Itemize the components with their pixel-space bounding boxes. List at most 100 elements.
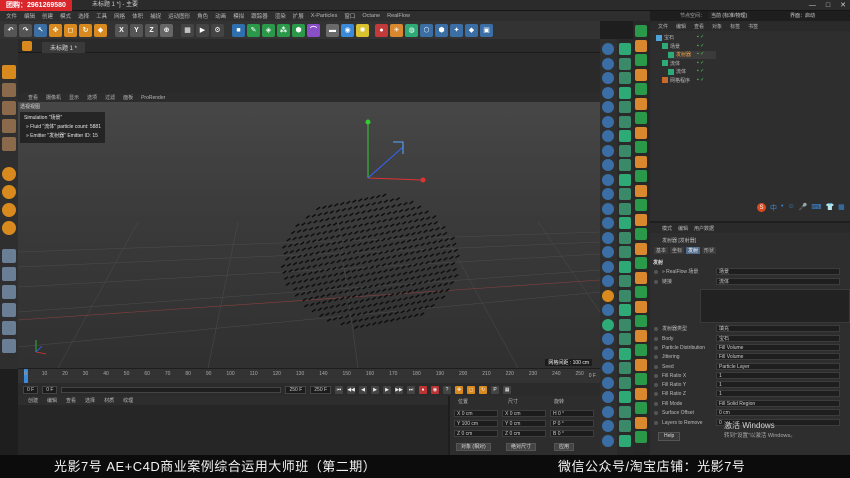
rot-p-field[interactable]: P 0 ° (550, 420, 594, 427)
object-row[interactable]: 流体 (662, 60, 716, 68)
object-tool-icon[interactable] (602, 144, 614, 157)
cube-icon[interactable]: ■ (232, 23, 245, 37)
menu-item-10[interactable]: 角色 (197, 12, 208, 20)
effector-tool-icon[interactable] (635, 416, 647, 429)
generator-tool-icon[interactable] (619, 72, 631, 84)
animate-dot-icon[interactable] (654, 383, 658, 387)
menu-item-16[interactable]: X-Particles (311, 13, 338, 19)
attribute-value[interactable]: 1 (716, 372, 840, 379)
generator-tool-icon[interactable] (619, 57, 631, 70)
coord-system-icon[interactable]: ⊕ (160, 23, 173, 37)
pos-z-field[interactable]: Z 0 cm (454, 430, 498, 437)
scale-icon[interactable]: ◻ (64, 23, 77, 37)
attribute-value[interactable]: 1 (716, 390, 840, 397)
paint-icon[interactable] (2, 339, 16, 353)
effector-tool-icon[interactable] (635, 271, 647, 284)
current-frame-field[interactable]: 0 F (23, 385, 39, 394)
generator-tool-icon[interactable] (619, 347, 631, 360)
start-frame-field[interactable]: 0 F (42, 385, 58, 394)
attribute-menu-item-2[interactable]: 用户数据 (694, 225, 714, 232)
menu-item-9[interactable]: 运动图形 (168, 12, 190, 20)
subdivision-icon[interactable]: ◈ (262, 23, 275, 37)
ime-punct-icon[interactable]: • (781, 203, 783, 213)
material-menu-item-3[interactable]: 选择 (85, 397, 95, 404)
object-tool-icon[interactable] (602, 115, 614, 128)
object-tool-icon[interactable] (602, 289, 614, 302)
effector-tool-icon[interactable] (635, 286, 647, 298)
minimize-button[interactable]: — (809, 0, 816, 11)
prev-frame-icon[interactable]: ◀ (359, 385, 368, 394)
generator-tool-icon[interactable] (619, 420, 631, 432)
snap-settings-icon[interactable] (2, 185, 16, 199)
deformer-icon[interactable]: ⌒ (307, 23, 320, 37)
x-axis-icon[interactable]: X (115, 23, 128, 37)
visibility-check-icon[interactable]: ▪ ✓ (697, 68, 704, 74)
viewport-menu-item-5[interactable]: 面板 (123, 94, 133, 101)
max-frame-field[interactable]: 250 F (310, 385, 332, 394)
object-tool-icon[interactable] (602, 376, 614, 389)
material-menu-item-0[interactable]: 创建 (28, 397, 38, 404)
visibility-check-icon[interactable]: ▪ ✓ (697, 51, 704, 57)
object-tool-icon[interactable] (602, 159, 614, 171)
generator-tool-icon[interactable] (619, 333, 631, 345)
floor-icon[interactable]: ▬ (326, 23, 339, 37)
effector-tool-icon[interactable] (635, 155, 647, 168)
go-start-icon[interactable]: ⏮ (335, 385, 344, 394)
object-row[interactable]: 流体 (668, 68, 716, 76)
animate-dot-icon[interactable] (654, 402, 658, 406)
object-row[interactable]: 场景 (662, 43, 716, 51)
generator-tool-icon[interactable] (619, 289, 631, 302)
animate-dot-icon[interactable] (654, 346, 658, 350)
object-row[interactable]: 发射器 (668, 51, 716, 59)
ime-lang-icon[interactable]: 中 (770, 203, 777, 213)
viewport-menu-item-1[interactable]: 摄像机 (46, 94, 61, 101)
effector-tool-icon[interactable] (635, 257, 647, 269)
object-tool-icon[interactable] (602, 101, 614, 113)
menu-item-14[interactable]: 渲染 (275, 12, 286, 20)
array-icon[interactable]: ⁂ (277, 23, 290, 37)
object-tool-icon[interactable] (602, 333, 614, 345)
effector-tool-icon[interactable] (635, 373, 647, 385)
node-space-select[interactable]: 当前 (标准/物理) (708, 12, 751, 19)
object-tool-icon[interactable] (602, 43, 614, 55)
generator-tool-icon[interactable] (619, 43, 631, 55)
gizmo-x-axis[interactable] (367, 177, 424, 181)
animate-dot-icon[interactable] (654, 421, 658, 425)
maximize-button[interactable]: □ (826, 0, 830, 11)
light-icon[interactable]: ✺ (356, 23, 369, 37)
attribute-value[interactable]: 填充 (716, 325, 840, 332)
ime-toolbox-icon[interactable]: ▦ (838, 203, 845, 213)
spline-pen-icon[interactable]: ✎ (247, 23, 260, 37)
animate-dot-icon[interactable] (654, 337, 658, 341)
attribute-value[interactable]: Fill Volume (716, 344, 840, 351)
attribute-value[interactable]: 场景 (716, 268, 840, 275)
document-tab[interactable]: 未标题 1 * (42, 42, 86, 53)
object-tool-icon[interactable] (602, 260, 614, 273)
size-y-field[interactable]: Y 0 cm (502, 420, 546, 427)
object-row[interactable]: 宝石 (656, 34, 716, 42)
visibility-check-icon[interactable]: ▪ ✓ (697, 60, 704, 66)
effector-tool-icon[interactable] (635, 242, 647, 255)
attribute-menu-item-0[interactable]: 模式 (662, 225, 672, 232)
menu-item-18[interactable]: Octane (362, 13, 380, 19)
layout-select[interactable]: 界面：启动 (790, 12, 815, 19)
generator-tool-icon[interactable] (619, 275, 631, 287)
brush-icon[interactable] (2, 321, 16, 335)
camera-icon[interactable]: ◉ (341, 23, 354, 37)
object-tool-icon[interactable] (602, 275, 614, 287)
generator-tool-icon[interactable] (619, 304, 631, 316)
object-tool-icon[interactable] (602, 130, 614, 142)
go-end-icon[interactable]: ⏭ (407, 385, 416, 394)
menu-item-19[interactable]: RealFlow (387, 13, 410, 19)
animate-dot-icon[interactable] (654, 365, 658, 369)
attribute-tab-1[interactable]: 坐标 (670, 247, 685, 254)
attribute-value[interactable]: 1 (716, 381, 840, 388)
object-menu-item-1[interactable]: 编辑 (676, 23, 686, 30)
object-tool-icon[interactable] (602, 434, 614, 447)
autokey-icon[interactable]: ◉ (431, 385, 440, 394)
menu-item-3[interactable]: 模式 (60, 12, 71, 20)
attribute-value[interactable]: 流体 (716, 278, 840, 285)
model-mode-icon[interactable] (2, 101, 16, 115)
effector-tool-icon[interactable] (635, 387, 647, 400)
effector-tool-icon[interactable] (635, 315, 647, 327)
